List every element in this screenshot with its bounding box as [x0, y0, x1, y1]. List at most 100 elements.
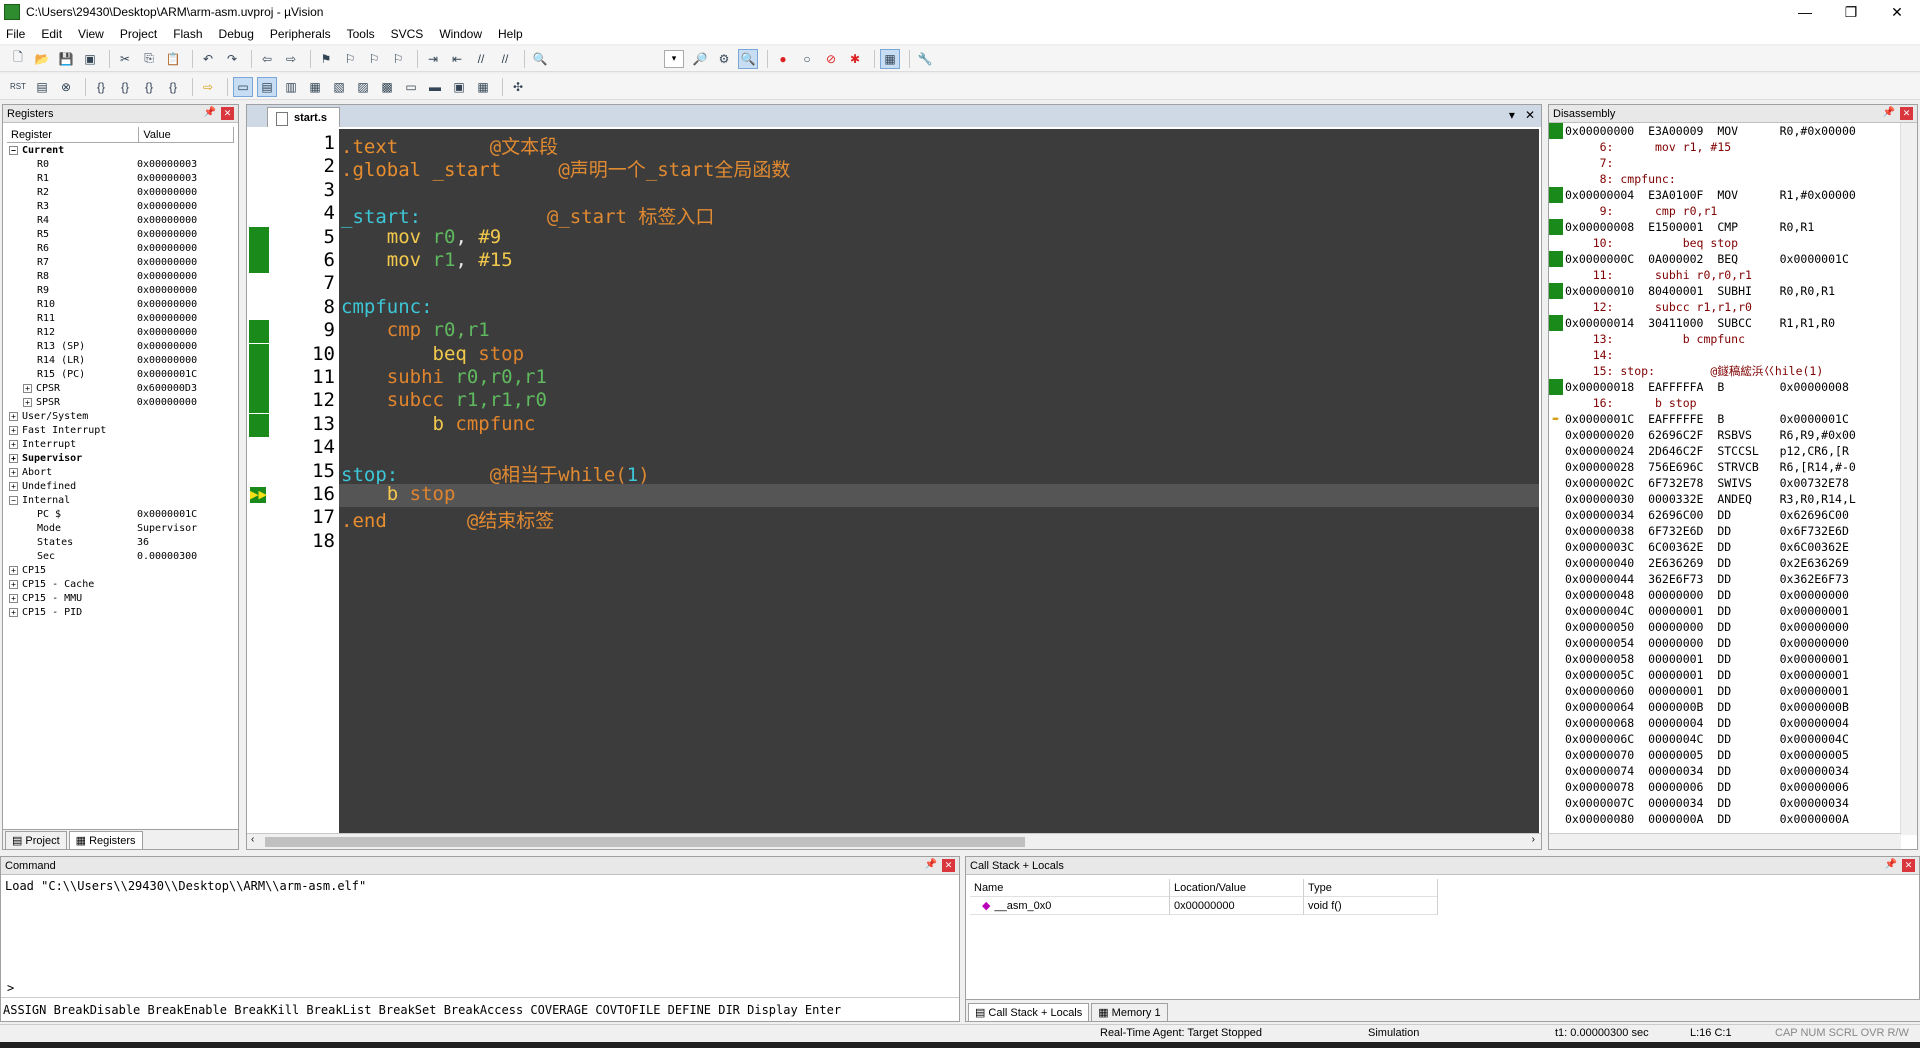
- scroll-thumb[interactable]: [265, 837, 1025, 847]
- maximize-button[interactable]: ❐: [1828, 0, 1874, 24]
- editor-gutter[interactable]: 1 2 3 4 5 6 7 8 9 10 11 12 13 14 15 ▶▶ 16 17 18: [249, 129, 339, 833]
- code-line[interactable]: mov r0, #9: [341, 226, 501, 249]
- expand-icon[interactable]: +: [9, 439, 18, 449]
- disassembly-instruction[interactable]: 0x00000038 6F732E6D DD 0x6F732E6D: [1549, 523, 1901, 539]
- expand-icon[interactable]: +: [9, 593, 18, 603]
- navigate-forward-icon[interactable]: ⇨: [281, 49, 301, 69]
- insert-breakpoint-icon[interactable]: ●: [773, 49, 793, 69]
- unindent-icon[interactable]: ⇤: [447, 49, 467, 69]
- code-line[interactable]: b stop: [341, 483, 456, 506]
- register-value[interactable]: 0x00000003: [137, 159, 234, 170]
- tab-project[interactable]: ▤ Project: [5, 831, 67, 849]
- step-icon[interactable]: {}: [91, 77, 111, 97]
- register-value[interactable]: 0x00000000: [137, 229, 234, 240]
- paste-icon[interactable]: 📋: [163, 49, 183, 69]
- trace-window-icon[interactable]: ▣: [449, 77, 469, 97]
- register-row[interactable]: + Interrupt: [7, 437, 234, 451]
- menu-help[interactable]: Help: [498, 27, 523, 41]
- register-row[interactable]: R5 0x00000000: [7, 227, 234, 241]
- disassembly-source-line[interactable]: 6: mov r1, #15: [1549, 139, 1901, 155]
- code-line[interactable]: subcc r1,r1,r0: [341, 389, 547, 412]
- system-viewer-icon[interactable]: ▦: [473, 77, 493, 97]
- register-value[interactable]: 0x00000000: [137, 355, 234, 366]
- pin-icon[interactable]: 📌: [1883, 107, 1895, 118]
- register-row[interactable]: R14 (LR) 0x00000000: [7, 353, 234, 367]
- register-value[interactable]: 0x00000000: [137, 299, 234, 310]
- close-button[interactable]: ✕: [1874, 0, 1920, 24]
- clear-bookmarks-icon[interactable]: ⚐: [388, 49, 408, 69]
- stop-icon[interactable]: ⊗: [56, 77, 76, 97]
- disassembly-instruction[interactable]: 0x00000080 0000000A DD 0x0000000A: [1549, 811, 1901, 827]
- register-row[interactable]: R9 0x00000000: [7, 283, 234, 297]
- menu-svcs[interactable]: SVCS: [391, 27, 424, 41]
- code-line[interactable]: _start: @_start 标签入口: [341, 202, 714, 228]
- disassembly-instruction[interactable]: 0x00000014 30411000 SUBCC R1,R1,R0: [1549, 315, 1901, 331]
- next-bookmark-icon[interactable]: ⚐: [364, 49, 384, 69]
- find-icon[interactable]: 🔎: [690, 49, 710, 69]
- disassembly-instruction[interactable]: 0x00000008 E1500001 CMP R0,R1: [1549, 219, 1901, 235]
- disassembly-source-line[interactable]: 8: cmpfunc:: [1549, 171, 1901, 187]
- cut-icon[interactable]: ✂: [115, 49, 135, 69]
- expand-icon[interactable]: +: [9, 467, 18, 477]
- close-panel-icon[interactable]: ✕: [1900, 107, 1913, 120]
- reset-icon[interactable]: RST: [8, 77, 28, 97]
- command-input[interactable]: >: [7, 981, 14, 995]
- disassembly-instruction[interactable]: 0x0000007C 00000034 DD 0x00000034: [1549, 795, 1901, 811]
- expand-icon[interactable]: +: [9, 411, 18, 421]
- undo-icon[interactable]: ↶: [198, 49, 218, 69]
- collapse-icon[interactable]: −: [9, 145, 18, 155]
- run-icon[interactable]: ▤: [32, 77, 52, 97]
- register-row[interactable]: Mode Supervisor: [7, 521, 234, 535]
- disassembly-source-line[interactable]: 13: b cmpfunc: [1549, 331, 1901, 347]
- disassembly-listing[interactable]: 0x00000000 E3A00009 MOV R0,#0x00000 6: m…: [1549, 123, 1901, 835]
- register-value[interactable]: 0x00000000: [137, 187, 234, 198]
- disassembly-instruction[interactable]: 0x0000003C 6C00362E DD 0x6C00362E: [1549, 539, 1901, 555]
- registers-window-icon[interactable]: ▦: [305, 77, 325, 97]
- col-value[interactable]: Value: [139, 126, 234, 143]
- register-value[interactable]: 0x00000000: [137, 257, 234, 268]
- menu-view[interactable]: View: [78, 27, 104, 41]
- indent-icon[interactable]: ⇥: [423, 49, 443, 69]
- code-line[interactable]: mov r1, #15: [341, 249, 513, 272]
- register-row[interactable]: R15 (PC) 0x0000001C: [7, 367, 234, 381]
- toolbox-icon[interactable]: ✣: [508, 77, 528, 97]
- menu-peripherals[interactable]: Peripherals: [270, 27, 331, 41]
- code-line[interactable]: beq stop: [341, 343, 525, 366]
- disassembly-instruction[interactable]: 0x00000058 00000001 DD 0x00000001: [1549, 651, 1901, 667]
- comment-icon[interactable]: //: [471, 49, 491, 69]
- new-file-icon[interactable]: 🗋: [8, 49, 28, 69]
- tab-registers[interactable]: ▦ Registers: [68, 831, 143, 849]
- register-row[interactable]: + Abort: [7, 465, 234, 479]
- disassembly-instruction[interactable]: 0x00000068 00000004 DD 0x00000004: [1549, 715, 1901, 731]
- register-row[interactable]: + User/System: [7, 409, 234, 423]
- disassembly-instruction[interactable]: 0x00000074 00000034 DD 0x00000034: [1549, 763, 1901, 779]
- disassembly-instruction[interactable]: 0x00000060 00000001 DD 0x00000001: [1549, 683, 1901, 699]
- step-over-icon[interactable]: {}: [115, 77, 135, 97]
- menu-window[interactable]: Window: [439, 27, 482, 41]
- disassembly-source-line[interactable]: 12: subcc r1,r1,r0: [1549, 299, 1901, 315]
- menu-tools[interactable]: Tools: [347, 27, 375, 41]
- watch-window-icon[interactable]: ▨: [353, 77, 373, 97]
- register-row[interactable]: + CP15 - PID: [7, 605, 234, 619]
- col-name[interactable]: Name: [970, 878, 1170, 897]
- pin-icon[interactable]: 📌: [204, 107, 216, 118]
- minimize-button[interactable]: —: [1782, 0, 1828, 24]
- disassembly-instruction[interactable]: 0x00000004 E3A0100F MOV R1,#0x00000: [1549, 187, 1901, 203]
- disassembly-vertical-scrollbar[interactable]: [1900, 123, 1917, 835]
- expand-icon[interactable]: +: [9, 579, 18, 589]
- tab-callstack[interactable]: ▤ Call Stack + Locals: [968, 1003, 1090, 1021]
- disassembly-source-line[interactable]: 14:: [1549, 347, 1901, 363]
- pin-icon[interactable]: 📌: [925, 859, 937, 870]
- register-value[interactable]: 0x600000D3: [137, 383, 234, 394]
- prev-bookmark-icon[interactable]: ⚐: [340, 49, 360, 69]
- disassembly-instruction[interactable]: 0x0000000C 0A000002 BEQ 0x0000001C: [1549, 251, 1901, 267]
- bookmark-icon[interactable]: ⚑: [316, 49, 336, 69]
- register-row[interactable]: R6 0x00000000: [7, 241, 234, 255]
- disassembly-horizontal-scrollbar[interactable]: [1549, 833, 1901, 849]
- register-value[interactable]: 0x00000003: [137, 173, 234, 184]
- register-value[interactable]: 0x00000000: [137, 215, 234, 226]
- disassembly-source-line[interactable]: 9: cmp r0,r1: [1549, 203, 1901, 219]
- disassembly-instruction[interactable]: 0x00000078 00000006 DD 0x00000006: [1549, 779, 1901, 795]
- window-layout-icon[interactable]: ▦: [880, 48, 900, 69]
- disassembly-instruction[interactable]: 0x0000004C 00000001 DD 0x00000001: [1549, 603, 1901, 619]
